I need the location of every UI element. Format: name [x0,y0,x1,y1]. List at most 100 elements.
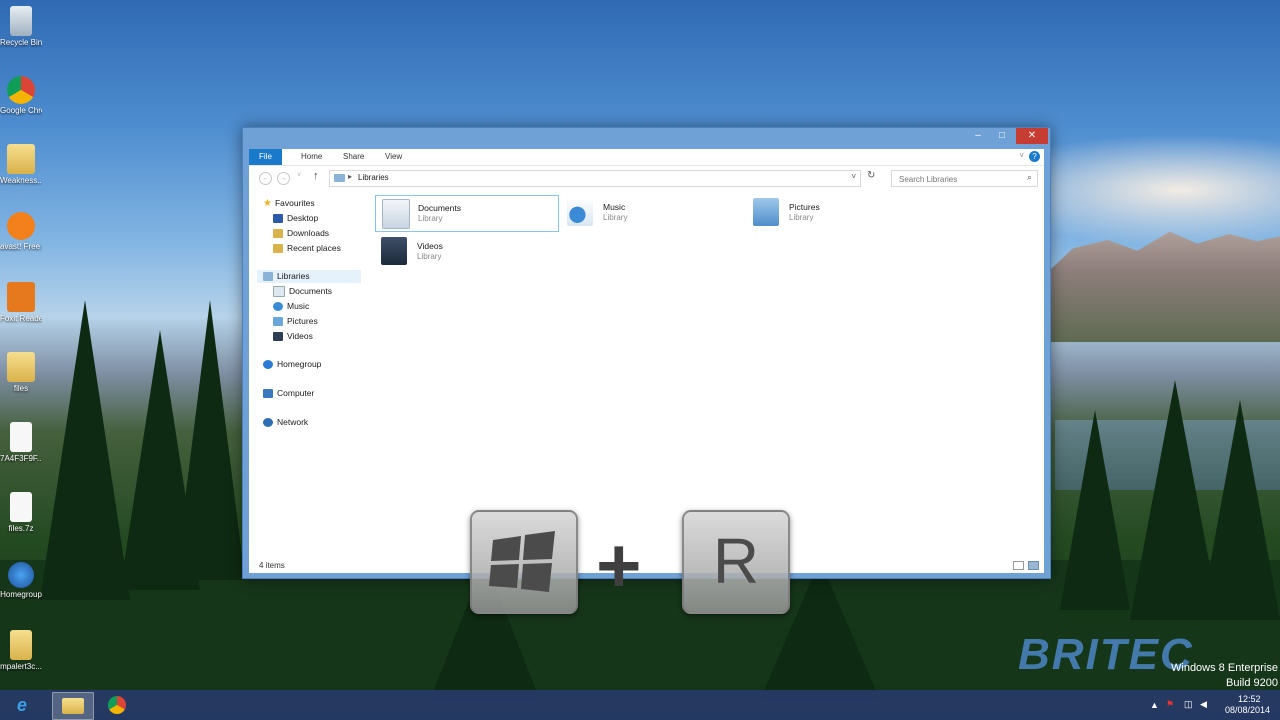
desktop-icon-files[interactable]: files [0,352,42,394]
title-bar[interactable]: – □ ✕ [243,128,1050,149]
desktop-icon-label: avast! Free Antivirus [0,242,42,251]
tile-subtitle: Library [603,213,628,222]
tile-subtitle: Library [418,214,443,223]
documents-icon [382,199,410,229]
close-button[interactable]: ✕ [1016,128,1048,144]
desktop-icon-chrome[interactable]: Google Chrome [0,76,42,116]
action-center-flag-icon[interactable]: ⚑ [1166,699,1174,710]
desktop-icon-file[interactable]: 7A4F3F9F... [0,422,42,464]
navigation-pane: ★ Favourites Desktop Downloads Recent pla… [249,193,367,557]
tab-view[interactable]: View [375,149,412,165]
nav-label: Libraries [277,271,310,281]
network-icon [263,418,273,428]
desktop-icon-folder[interactable]: Weakness... Windows ... [0,144,42,186]
volume-icon[interactable]: ◀ [1200,699,1207,710]
tab-home[interactable]: Home [291,149,332,165]
nav-label: Documents [289,286,332,296]
homegroup-icon [8,562,34,588]
tree [40,300,130,600]
desktop-icon-foxit[interactable]: Foxit Reader [0,282,42,324]
tile-name: Documents [418,203,461,213]
nav-label: Music [287,301,310,311]
recent-locations-icon[interactable]: ˅ [297,172,301,179]
downloads-icon [273,229,283,239]
videos-icon [381,237,407,265]
nav-item-desktop[interactable]: Desktop [273,212,318,225]
search-input[interactable] [897,174,1021,185]
recycle-bin-icon [10,6,32,36]
nav-item-documents[interactable]: Documents [273,285,332,298]
desktop-icon-recycle-bin[interactable]: Recycle Bin [0,6,42,48]
windows-key-overlay [470,510,578,614]
nav-item-music[interactable]: Music [273,300,309,313]
nav-label: Favourites [274,198,315,208]
library-tile-videos[interactable]: Videos Library [375,234,557,269]
chrome-icon [7,76,35,104]
library-tile-pictures[interactable]: Pictures Library [747,195,929,230]
taskbar-chrome[interactable] [97,692,137,718]
breadcrumb[interactable]: Libraries [358,173,389,182]
windows-logo-icon [489,531,555,592]
britec-logo: BRITEC [1018,630,1194,679]
desktop-icon-label: mpalert3c... [0,662,42,671]
minimize-button[interactable]: – [966,128,990,144]
plus-sign: + [596,521,642,609]
tab-share[interactable]: Share [333,149,374,165]
nav-item-downloads[interactable]: Downloads [273,227,329,240]
file-icon [10,422,32,452]
nav-label: Recent places [287,243,341,253]
clock-time[interactable]: 12:52 [1238,694,1261,704]
forward-button[interactable]: → [277,172,290,185]
details-view-icon[interactable] [1013,561,1024,570]
nav-libraries[interactable]: Libraries [257,270,361,283]
breadcrumb-separator-icon: ▸ [348,172,353,181]
nav-label: Pictures [287,316,318,326]
help-icon[interactable]: ? [1029,151,1040,162]
tile-subtitle: Library [417,252,442,261]
pictures-icon [753,198,779,226]
file-explorer-window: – □ ✕ File Home Share View ˅ ? ← → ˅ ↑ ▸… [242,127,1051,579]
folder-icon [10,630,32,660]
library-tile-music[interactable]: Music Library [561,195,743,230]
nav-label: Computer [277,388,315,398]
nav-computer[interactable]: Computer [263,387,314,400]
chevron-down-icon[interactable]: ˅ [851,172,856,181]
nav-network[interactable]: Network [263,416,308,429]
desktop-icon-label: Google Chrome [0,106,42,115]
nav-item-videos[interactable]: Videos [273,330,313,343]
chrome-icon [108,696,126,714]
show-hidden-icons[interactable]: ▲ [1150,700,1159,710]
documents-icon [273,286,285,298]
content-pane: Documents Library Music Library Pictures… [375,193,1044,557]
tab-file[interactable]: File [249,149,282,165]
address-bar[interactable]: ▸ Libraries ˅ [329,170,861,187]
taskbar-internet-explorer[interactable]: e [6,692,46,718]
back-button[interactable]: ← [259,172,272,185]
window-client: File Home Share View ˅ ? ← → ˅ ↑ ▸ Libra… [249,149,1044,573]
search-icon[interactable]: ⌕ [1027,172,1032,183]
desktop-icon-homegroup[interactable]: Homegroup [0,562,42,600]
desktop-icon-avast[interactable]: avast! Free Antivirus [0,212,42,252]
nav-homegroup[interactable]: Homegroup [263,358,321,371]
desktop-icon-archive[interactable]: files.7z [0,492,42,534]
chevron-down-icon[interactable]: ˅ [1019,151,1024,160]
clock-date[interactable]: 08/08/2014 [1225,705,1270,715]
mountain-range [1050,231,1280,342]
desktop-icon-label: Homegroup [0,590,42,599]
desktop-icon-mpalert[interactable]: mpalert3c... [0,630,42,672]
taskbar: e ▲ ⚑ ◫ ◀ 12:52 08/08/2014 [0,690,1280,720]
nav-item-recent-places[interactable]: Recent places [273,242,341,255]
desktop-icon-label: Recycle Bin [0,38,42,47]
large-icons-view-icon[interactable] [1028,561,1039,570]
up-arrow-icon[interactable]: ↑ [313,170,319,182]
nav-favourites[interactable]: ★ Favourites [263,197,315,210]
refresh-icon[interactable]: ↻ [867,170,875,181]
search-box[interactable]: ⌕ [891,170,1038,187]
nav-item-pictures[interactable]: Pictures [273,315,318,328]
library-tile-documents[interactable]: Documents Library [375,195,559,232]
music-icon [567,198,593,226]
maximize-button[interactable]: □ [990,128,1014,144]
taskbar-file-explorer[interactable] [52,692,94,720]
network-status-icon[interactable]: ◫ [1184,699,1193,710]
homegroup-icon [263,360,273,370]
